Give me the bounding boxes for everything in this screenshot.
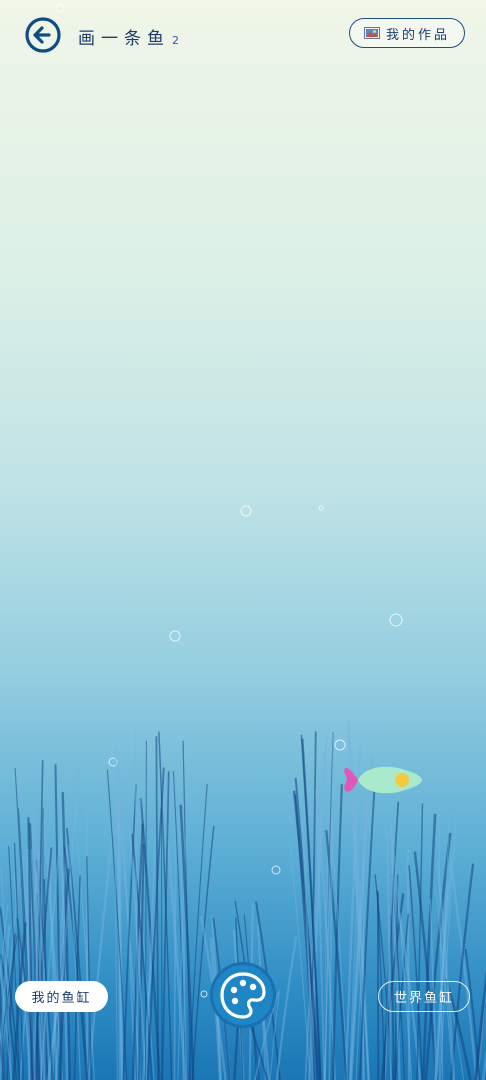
seaweed-blade (386, 827, 393, 1080)
bubble (55, 3, 65, 13)
world-tank-button[interactable]: 世界鱼缸 (378, 981, 470, 1012)
bubble (334, 739, 346, 751)
world-tank-label: 世界鱼缸 (393, 991, 454, 1006)
back-button[interactable] (25, 17, 61, 53)
seaweed-blade (87, 825, 115, 1080)
fish-body (358, 766, 422, 794)
my-works-button[interactable]: 我的作品 (349, 18, 465, 48)
bubble (169, 630, 181, 642)
bubble (318, 505, 324, 511)
my-works-label: 我的作品 (385, 27, 450, 43)
page-title-suffix: 2 (172, 34, 179, 47)
seaweed-blade (331, 784, 343, 1080)
bubble (271, 865, 281, 875)
page-title: 画一条鱼 2 (78, 24, 179, 49)
aquarium-scene: 画一条鱼 2 我的作品 我的鱼缸 世界鱼缸 (0, 0, 486, 1080)
page-title-text: 画一条鱼 (78, 29, 170, 49)
picture-icon (363, 27, 380, 39)
fish-eye (395, 773, 409, 787)
draw-palette-button[interactable] (210, 962, 276, 1028)
bubble (389, 613, 403, 627)
my-tank-button[interactable]: 我的鱼缸 (15, 981, 108, 1012)
back-arrow-icon (25, 17, 61, 53)
seaweed-blade (464, 949, 481, 1080)
palette-icon (210, 962, 276, 1028)
fish-tail (344, 767, 358, 792)
fish-drawing[interactable] (342, 760, 424, 800)
seaweed-blade (275, 936, 298, 1080)
my-tank-label: 我的鱼缸 (31, 991, 92, 1006)
bubble (200, 990, 208, 998)
bubble (240, 505, 252, 517)
seaweed-background (0, 3, 486, 1080)
